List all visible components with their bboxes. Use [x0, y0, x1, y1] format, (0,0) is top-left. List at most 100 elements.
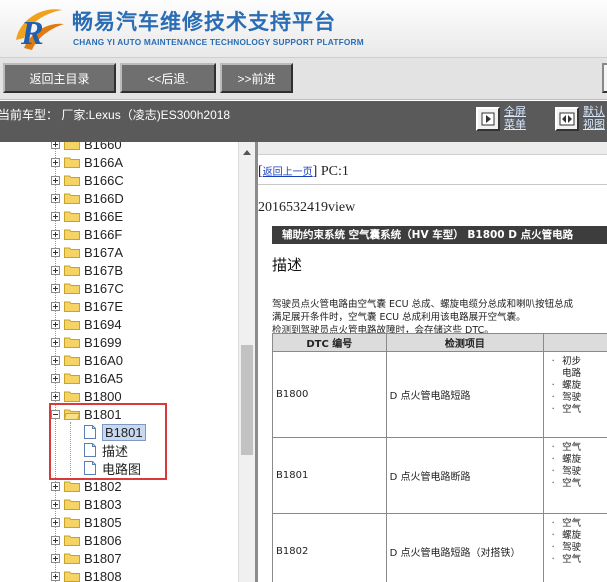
tree-item[interactable]: B1803: [51, 495, 122, 513]
tree-item-label: B166F: [84, 226, 123, 242]
forward-button[interactable]: >>前进: [220, 63, 293, 93]
condition-item: · 螺旋: [551, 454, 582, 465]
folder-icon: [64, 319, 80, 330]
condition-item: · 螺旋: [551, 530, 582, 541]
default-view-link[interactable]: 默认 视图: [583, 106, 605, 132]
folder-icon: [64, 229, 80, 240]
condition-item: · 空气: [551, 478, 582, 489]
tree-item-label: B1699: [84, 334, 122, 350]
app-title: 畅易汽车维修技术支持平台: [72, 10, 336, 34]
expand-icon[interactable]: [51, 301, 60, 311]
tree-item-label: B1803: [84, 496, 122, 512]
back-button[interactable]: <<后退.: [120, 63, 216, 93]
expand-icon[interactable]: [51, 373, 60, 383]
condition-item: · 空气: [551, 518, 582, 529]
scroll-up-icon[interactable]: [243, 150, 251, 155]
home-button[interactable]: 返回主目录: [3, 63, 116, 93]
tree-item[interactable]: B16A0: [51, 351, 123, 369]
highlight-annotation-box: [49, 403, 167, 480]
tree-item-label: B1694: [84, 316, 122, 332]
expand-icon[interactable]: [51, 229, 60, 239]
current-vehicle-text: 当前车型： 厂家:Lexus（凌志)ES300h2018: [0, 108, 231, 122]
toolbar-edge-button[interactable]: [602, 63, 607, 93]
expand-icon[interactable]: [51, 499, 60, 509]
tree-item[interactable]: B167E: [51, 297, 123, 315]
tree-item-label: B1806: [84, 532, 122, 548]
dtc-code: B1801: [272, 437, 387, 514]
tree-item[interactable]: B166A: [51, 153, 123, 171]
tree-item[interactable]: B166F: [51, 225, 122, 243]
folder-icon: [64, 535, 80, 546]
dtc-code: B1802: [272, 513, 387, 582]
back-to-previous-link[interactable]: 返回上一页: [263, 167, 313, 178]
tree-item-label: B166A: [84, 154, 124, 170]
tree-item[interactable]: B16A5: [51, 369, 123, 387]
svg-text:R: R: [20, 15, 44, 52]
expand-icon[interactable]: [51, 337, 60, 347]
folder-icon: [64, 391, 80, 402]
folder-icon: [64, 373, 80, 384]
expand-icon[interactable]: [51, 571, 60, 581]
scrollbar-thumb[interactable]: [241, 345, 253, 455]
condition-item: · 螺旋: [551, 380, 582, 391]
description-paragraph: 驾驶员点火管电路由空气囊 ECU 总成、螺旋电缆分总成和喇叭按钮总成: [272, 299, 574, 310]
folder-icon: [64, 283, 80, 294]
tree-item[interactable]: B166D: [51, 189, 124, 207]
expand-icon[interactable]: [51, 247, 60, 257]
tree-item[interactable]: B167B: [51, 261, 123, 279]
table-header-item: 检测项目: [385, 333, 545, 352]
tree-item-label: B166E: [84, 208, 124, 224]
expand-icon[interactable]: [51, 193, 60, 203]
tree-item[interactable]: B1694: [51, 315, 122, 333]
condition-item: · 空气: [551, 442, 582, 453]
tree-item[interactable]: B1806: [51, 531, 122, 549]
default-view-icon[interactable]: [555, 107, 579, 131]
table-row: B1800 D 点火管电路短路 · 初步 电路 · 螺旋 · 驾驶 · 空气: [272, 351, 607, 438]
tree-item[interactable]: B166C: [51, 171, 124, 189]
section-header: 辅助约束系统 空气囊系统（HV 车型） B1800 D 点火管电路: [272, 226, 607, 244]
description-heading: 描述: [272, 256, 303, 274]
expand-icon[interactable]: [51, 481, 60, 491]
fullscreen-menu-link[interactable]: 全屏 菜单: [504, 106, 526, 132]
tree-item[interactable]: B1805: [51, 513, 122, 531]
condition-item: · 空气: [551, 554, 582, 565]
expand-icon[interactable]: [51, 391, 60, 401]
expand-icon[interactable]: [51, 157, 60, 167]
tree-item[interactable]: B167C: [51, 279, 124, 297]
tree-item-label: B1800: [84, 388, 122, 404]
tree-item-label: B167B: [84, 262, 124, 278]
tree-item[interactable]: B1808: [51, 567, 122, 582]
condition-item: · 空气: [551, 404, 582, 415]
expand-icon[interactable]: [51, 517, 60, 527]
expand-icon[interactable]: [51, 319, 60, 329]
tree-item-label: B1808: [84, 568, 122, 582]
expand-icon[interactable]: [51, 265, 60, 275]
condition-item: · 驾驶: [551, 542, 582, 553]
expand-icon[interactable]: [51, 211, 60, 221]
folder-icon: [64, 247, 80, 258]
tree-item-label: B167A: [84, 244, 124, 260]
tree-item[interactable]: B1807: [51, 549, 122, 567]
expand-icon[interactable]: [51, 283, 60, 293]
expand-icon[interactable]: [51, 535, 60, 545]
expand-icon[interactable]: [51, 355, 60, 365]
folder-icon: [64, 301, 80, 312]
tree-scrollbar[interactable]: [238, 142, 255, 582]
expand-icon[interactable]: [51, 553, 60, 563]
status-bar: 当前车型： 厂家:Lexus（凌志)ES300h2018 全屏 菜单 默认 视图: [0, 101, 607, 142]
tree-item[interactable]: B1660: [51, 142, 122, 153]
tree-item[interactable]: B1699: [51, 333, 122, 351]
folder-icon: [64, 211, 80, 222]
fullscreen-menu-icon[interactable]: [476, 107, 500, 131]
condition-item: 电路: [562, 368, 582, 379]
tree-item[interactable]: B166E: [51, 207, 123, 225]
expand-icon[interactable]: [51, 175, 60, 185]
dtc-item: D 点火管电路断路: [385, 437, 545, 514]
page-counter: PC:1: [320, 164, 349, 179]
dtc-conditions: · 初步 电路 · 螺旋 · 驾驶 · 空气: [543, 351, 607, 438]
dtc-item: D 点火管电路短路: [385, 351, 545, 438]
folder-icon: [64, 517, 80, 528]
tree-item-label: B1807: [84, 550, 122, 566]
expand-icon[interactable]: [51, 142, 60, 149]
tree-item[interactable]: B167A: [51, 243, 123, 261]
